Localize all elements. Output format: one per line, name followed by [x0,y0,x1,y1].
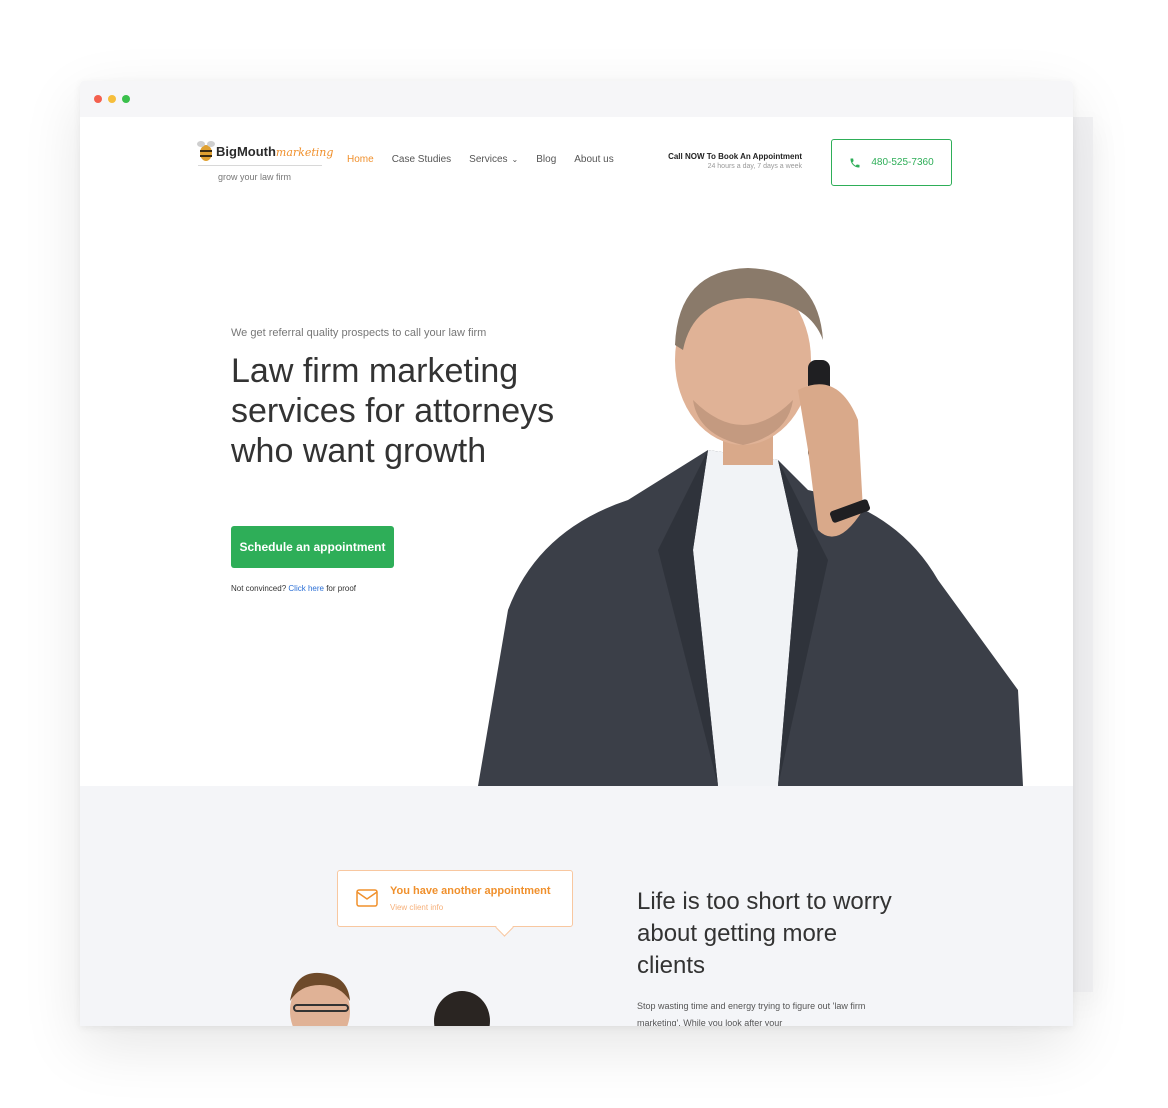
close-dot[interactable] [94,95,102,103]
logo[interactable]: BigMouthmarketing grow your law firm [196,137,333,185]
logo-tagline: grow your law firm [218,172,292,182]
phone-number: 480-525-7360 [871,157,934,168]
notification-title: You have another appointment [390,885,551,897]
nav-home[interactable]: Home [347,154,374,165]
clients-image [290,972,490,1026]
section-body: Stop wasting time and energy trying to f… [637,1001,866,1026]
lower-section: You have another appointment View client… [80,786,1073,1026]
appointment-notification[interactable]: You have another appointment View client… [337,870,573,937]
page: BigMouthmarketing grow your law firm Hom… [80,117,1073,1026]
section-title: Life is too short to worry about getting… [637,888,892,979]
proof-suffix: for proof [326,584,356,593]
chevron-down-icon: ⌄ [511,155,519,164]
phone-icon [850,158,860,167]
proof-prefix: Not convinced? [231,584,287,593]
notification-tail [495,918,514,937]
envelope-icon [356,889,378,907]
browser-chrome [80,81,1073,118]
schedule-appointment-button[interactable]: Schedule an appointment [231,526,394,568]
maximize-dot[interactable] [122,95,130,103]
call-now-info: Call NOW To Book An Appointment 24 hours… [668,152,802,170]
nav-services-label: Services [469,154,508,165]
proof-line: Not convinced? Click here for proof [231,584,356,593]
logo-rule [198,165,322,166]
phone-button[interactable]: 480-525-7360 [831,139,952,186]
main-nav: Home Case Studies Services ⌄ Blog About u… [347,154,614,165]
nav-blog[interactable]: Blog [536,154,556,165]
notification-subtitle[interactable]: View client info [390,903,443,912]
browser-window: BigMouthmarketing grow your law firm Hom… [80,81,1073,1026]
minimize-dot[interactable] [108,95,116,103]
call-now-title: Call NOW To Book An Appointment [668,152,802,161]
hero-kicker: We get referral quality prospects to cal… [231,327,487,339]
proof-link[interactable]: Click here [288,584,324,593]
hero-businessman-image [478,268,1023,786]
nav-services[interactable]: Services ⌄ [469,154,518,165]
call-now-sub: 24 hours a day, 7 days a week [707,163,802,170]
background-card [1073,117,1093,992]
bee-logo-icon [197,141,215,161]
nav-case-studies[interactable]: Case Studies [392,154,451,165]
nav-about[interactable]: About us [574,154,613,165]
logo-wordmark: BigMouthmarketing [216,144,334,159]
